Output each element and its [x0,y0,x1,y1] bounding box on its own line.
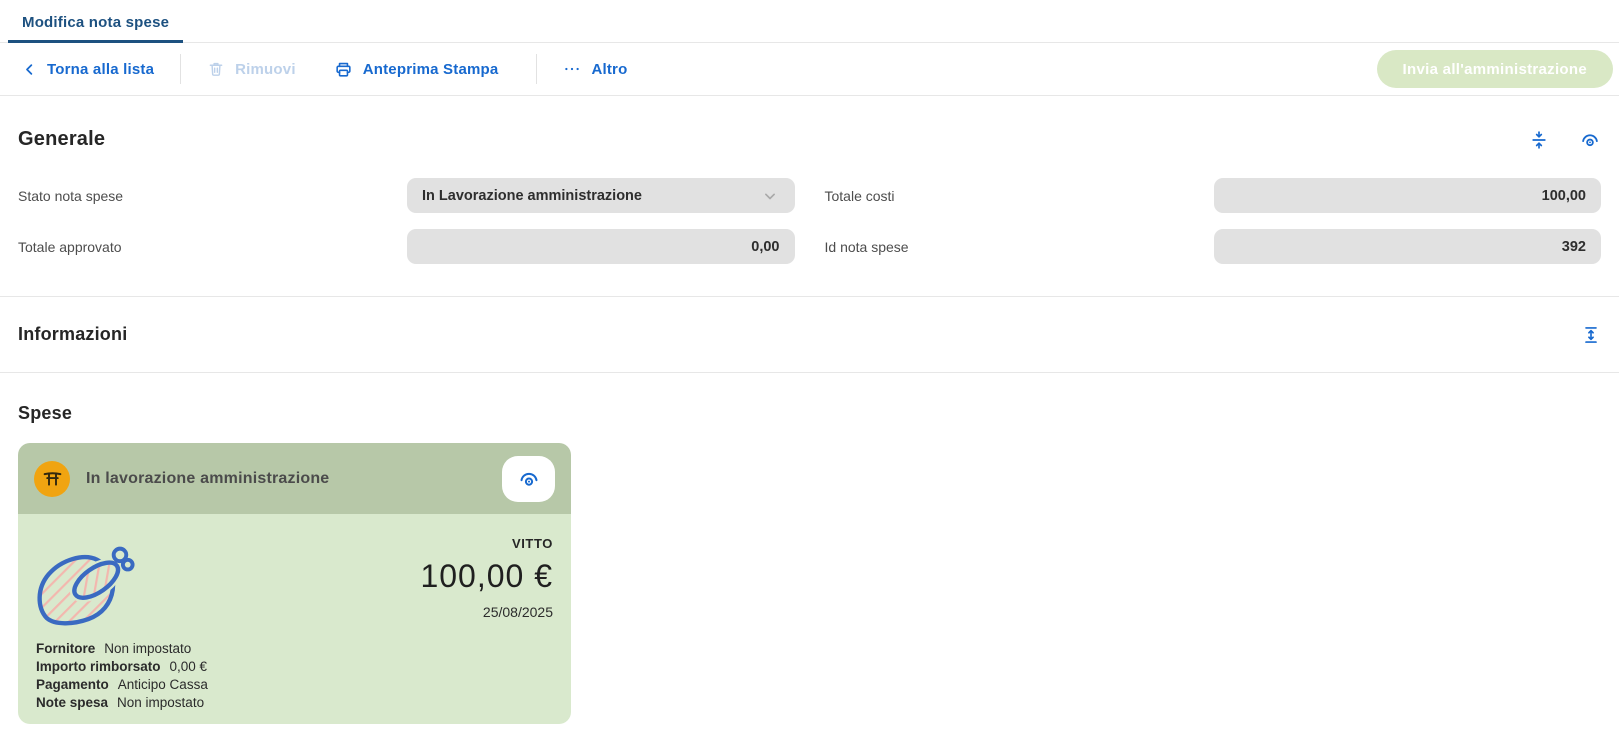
expense-card-body: VITTO 100,00 € 25/08/2025 Fornitore Non i… [18,514,571,724]
tab-label: Modifica nota spese [22,14,170,31]
expense-preview-button[interactable] [502,455,555,502]
collapse-section-button[interactable] [1529,130,1549,150]
expense-card-header: In lavorazione amministrazione [18,443,571,514]
spese-title: Spese [18,403,73,423]
detail-label: Pagamento [36,677,109,692]
detail-row-fornitore: Fornitore Non impostato [36,640,553,658]
expense-card: In lavorazione amministrazione VITTO 100… [18,443,571,724]
stato-select[interactable]: In Lavorazione amministrazione [407,178,795,213]
detail-row-note-spesa: Note spesa Non impostato [36,694,553,712]
expand-section-button[interactable] [1581,325,1601,345]
informazioni-title: Informazioni [18,324,128,344]
toolbar: Torna alla lista Rimuovi Anteprima Stamp… [0,43,1619,96]
section-divider [0,372,1619,373]
stato-label: Stato nota spese [18,187,124,204]
section-informazioni: Informazioni [0,297,1619,372]
detail-label: Fornitore [36,641,96,656]
detail-value: 0,00 € [169,659,208,674]
detail-value: Non impostato [117,695,205,710]
form-row-id-nota-spese: Id nota spese 392 [824,229,1601,264]
totale-approvato-value: 0,00 [751,238,780,255]
totale-approvato-label: Totale approvato [18,238,122,255]
generale-form: Stato nota spese In Lavorazione amminist… [18,178,1601,296]
app-window: Modifica nota spese Torna alla lista Rim… [0,0,1619,724]
amount-block: VITTO 100,00 € 25/08/2025 [420,526,553,620]
id-nota-spese-value: 392 [1561,238,1586,255]
section-spese: Spese In lavorazione amministrazione VIT… [0,403,1619,724]
expense-amount: 100,00 € [420,558,553,594]
trash-icon [207,60,225,78]
form-row-stato: Stato nota spese In Lavorazione amminist… [18,178,795,213]
id-nota-spese-field[interactable]: 392 [1213,229,1601,264]
id-nota-spese-label: Id nota spese [824,238,909,255]
expense-status: In lavorazione amministrazione [86,469,330,487]
expand-vertical-icon [1581,325,1601,345]
generale-title: Generale [18,128,106,150]
ellipsis-icon [563,60,581,78]
eye-icon [1579,129,1601,151]
tab-modifica-nota-spese[interactable]: Modifica nota spese [8,3,184,43]
totale-approvato-field[interactable]: 0,00 [407,229,795,264]
detail-row-importo-rimborsato: Importo rimborsato 0,00 € [36,658,553,676]
toolbar-divider [180,54,182,84]
printer-icon [334,60,353,79]
print-preview-button[interactable]: Anteprima Stampa [324,52,509,87]
totale-costi-field[interactable]: 100,00 [1213,178,1601,213]
expense-details: Fornitore Non impostato Importo rimborsat… [36,640,553,712]
chevron-left-icon [22,62,37,77]
stato-value: In Lavorazione amministrazione [422,187,642,204]
detail-row-pagamento: Pagamento Anticipo Cassa [36,676,553,694]
toolbar-divider [536,54,538,84]
remove-label: Rimuovi [235,60,296,78]
more-label: Altro [591,60,628,78]
detail-label: Note spesa [36,695,109,710]
section-generale: Generale Stato nota spese In Lavorazione… [0,128,1619,296]
print-preview-label: Anteprima Stampa [362,60,499,78]
back-to-list-button[interactable]: Torna alla lista [12,53,164,86]
expense-category: VITTO [511,536,553,551]
chevron-down-icon [760,186,780,206]
expense-date: 25/08/2025 [482,604,553,620]
eye-icon [517,467,541,491]
turkey-illustration [36,542,136,630]
more-button[interactable]: Altro [553,52,637,86]
food-table-icon [42,468,63,489]
category-badge [34,460,70,497]
form-row-totale-approvato: Totale approvato 0,00 [18,229,795,264]
totale-costi-value: 100,00 [1541,187,1586,204]
collapse-vertical-icon [1529,130,1549,150]
detail-label: Importo rimborsato [36,659,161,674]
preview-section-button[interactable] [1579,129,1601,151]
form-row-totale-costi: Totale costi 100,00 [824,178,1601,213]
generale-section-actions [1529,129,1601,151]
detail-value: Non impostato [104,641,192,656]
remove-button[interactable]: Rimuovi [197,52,306,86]
submit-to-administration-button[interactable]: Invia all'amministrazione [1376,50,1613,88]
detail-value: Anticipo Cassa [117,677,208,692]
totale-costi-label: Totale costi [824,187,895,204]
tab-bar: Modifica nota spese [0,0,1619,43]
back-to-list-label: Torna alla lista [47,60,155,78]
